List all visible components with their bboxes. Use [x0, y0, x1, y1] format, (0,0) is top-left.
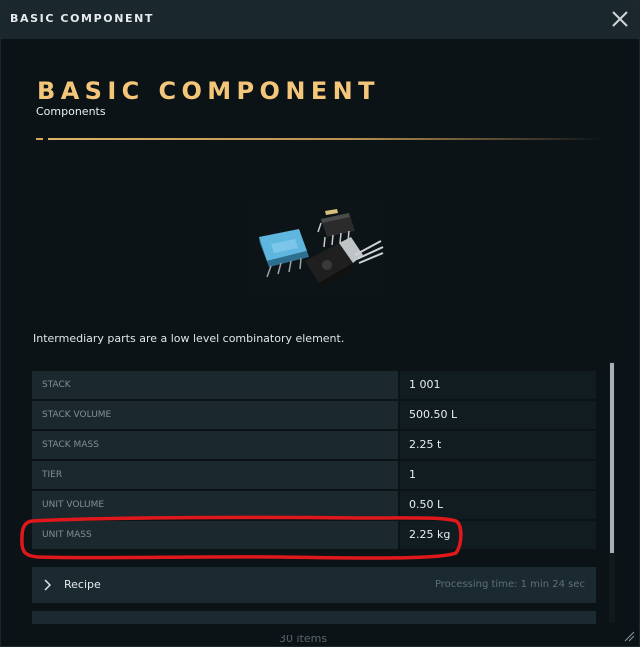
item-details-panel[interactable]: BASIC COMPONENT Components Intermediary … — [1, 39, 639, 646]
stats-scrollbar[interactable] — [609, 361, 615, 623]
highlight-annotation — [20, 515, 463, 560]
stat-label: STACK MASS — [32, 431, 398, 459]
items-count: 30 items — [279, 635, 369, 646]
stat-label: STACK — [32, 371, 398, 399]
recipe-label: Recipe — [64, 578, 101, 591]
window-title: BASIC COMPONENT — [10, 12, 155, 25]
close-button[interactable] — [609, 8, 631, 30]
item-category: Components — [36, 105, 106, 118]
item-info-window: BASIC COMPONENT BASIC COMPONENT Componen… — [0, 0, 640, 647]
divider-dash — [36, 138, 43, 140]
stat-row-stack: STACK 1 001 — [32, 371, 596, 399]
items-count-text: 30 items — [279, 635, 328, 645]
title-divider — [36, 138, 601, 140]
stat-value: 500.50 L — [400, 401, 596, 429]
resize-grip-icon[interactable] — [623, 630, 635, 642]
item-description: Intermediary parts are a low level combi… — [33, 332, 345, 345]
stat-row-tier: TIER 1 — [32, 461, 596, 489]
title-bar[interactable]: BASIC COMPONENT — [1, 1, 639, 39]
close-icon — [612, 11, 628, 27]
next-section-header[interactable] — [32, 611, 596, 624]
stat-row-stack-mass: STACK MASS 2.25 t — [32, 431, 596, 459]
electronic-components-icon — [251, 199, 385, 295]
item-image — [251, 199, 385, 295]
stat-value: 2.25 t — [400, 431, 596, 459]
item-title: BASIC COMPONENT — [37, 77, 380, 105]
stat-label: TIER — [32, 461, 398, 489]
divider-line — [48, 138, 601, 140]
stat-value: 1 001 — [400, 371, 596, 399]
chevron-right-icon — [44, 579, 51, 591]
stat-label: STACK VOLUME — [32, 401, 398, 429]
recipe-expander[interactable]: Recipe Processing time: 1 min 24 sec — [32, 567, 596, 603]
stat-value: 1 — [400, 461, 596, 489]
stat-row-stack-volume: STACK VOLUME 500.50 L — [32, 401, 596, 429]
processing-time: Processing time: 1 min 24 sec — [434, 579, 585, 590]
scrollbar-thumb[interactable] — [610, 363, 614, 553]
